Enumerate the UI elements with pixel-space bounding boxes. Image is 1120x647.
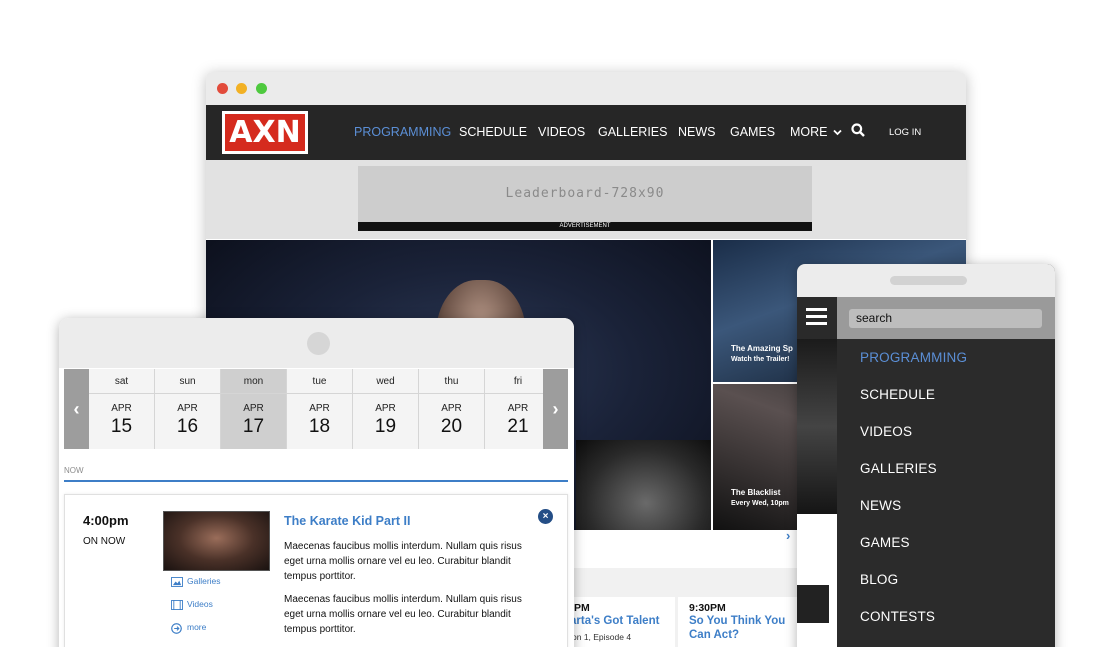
galleries-link[interactable]: Galleries xyxy=(187,576,221,586)
date-cell[interactable]: wed APR 19 xyxy=(353,369,419,449)
date-cell[interactable]: sat APR 15 xyxy=(89,369,155,449)
day-name: tue xyxy=(287,369,352,394)
program-description: Maecenas faucibus mollis interdum. Nulla… xyxy=(284,594,522,635)
mobile-menu-blog[interactable]: BLOG xyxy=(860,572,898,587)
date-cell[interactable]: sun APR 16 xyxy=(155,369,221,449)
browser-titlebar xyxy=(206,72,966,105)
day-name: sat xyxy=(89,369,154,394)
close-icon[interactable]: × xyxy=(538,509,553,524)
schedule-title[interactable]: arta's Got Talent xyxy=(570,615,659,627)
program-time: 4:00pm xyxy=(83,513,129,528)
program-description: Maecenas faucibus mollis interdum. Nulla… xyxy=(284,541,522,582)
mobile-menu-galleries[interactable]: GALLERIES xyxy=(860,461,937,476)
date-cell[interactable]: fri APR 21 xyxy=(485,369,551,449)
nav-programming[interactable]: PROGRAMMING xyxy=(354,125,451,139)
day-month: APR xyxy=(309,403,330,414)
mobile-menu-contests[interactable]: CONTESTS xyxy=(860,609,935,624)
minimize-window-button[interactable] xyxy=(236,83,247,94)
leaderboard-ad[interactable]: Leaderboard-728x90 xyxy=(358,166,812,222)
image-icon xyxy=(171,577,183,587)
axn-logo[interactable]: AXN xyxy=(222,111,308,154)
schedule-title[interactable]: So You Think You xyxy=(689,615,785,627)
mobile-nav-menu xyxy=(837,339,1055,647)
day-name: fri xyxy=(485,369,551,394)
ad-label: ADVERTISEMENT xyxy=(358,222,812,231)
film-icon xyxy=(171,600,183,610)
mobile-search-input[interactable]: search xyxy=(849,309,1042,328)
tablet-camera xyxy=(307,332,330,355)
ad-banner-area: Leaderboard-728x90 ADVERTISEMENT xyxy=(206,160,966,239)
chevron-right-icon[interactable]: › xyxy=(543,369,568,449)
nav-more-label: MORE xyxy=(790,125,828,139)
date-picker: ‹ sat APR 15 sun APR 16 mon APR 17 tue A… xyxy=(64,369,568,449)
program-thumbnail[interactable] xyxy=(163,511,270,571)
day-name: mon xyxy=(221,369,286,394)
program-title[interactable]: The Karate Kid Part II xyxy=(284,514,410,528)
arrow-circle-icon xyxy=(171,623,182,634)
nav-login[interactable]: LOG IN xyxy=(889,127,921,138)
nav-galleries[interactable]: GALLERIES xyxy=(598,125,667,139)
hero-table-setting xyxy=(576,440,711,530)
mobile-menu-games[interactable]: GAMES xyxy=(860,535,910,550)
tablet-top-bezel xyxy=(59,318,574,368)
videos-link[interactable]: Videos xyxy=(187,599,213,609)
nav-videos[interactable]: VIDEOS xyxy=(538,125,585,139)
now-label: NOW xyxy=(64,466,84,475)
day-name: sun xyxy=(155,369,220,394)
day-number: 21 xyxy=(507,416,529,437)
day-month: APR xyxy=(243,403,264,414)
mobile-top-bezel xyxy=(797,264,1055,297)
day-number: 20 xyxy=(440,416,463,437)
day-month: APR xyxy=(375,403,396,414)
mobile-menu-videos[interactable]: VIDEOS xyxy=(860,424,912,439)
logo-text: AXN xyxy=(225,114,305,151)
search-icon[interactable] xyxy=(851,123,865,137)
program-card: 4:00pm ON NOW Galleries Videos more The … xyxy=(64,494,568,647)
hamburger-menu-icon[interactable] xyxy=(797,297,837,339)
promo-tile-title: The Blacklist xyxy=(731,488,781,497)
chevron-left-icon[interactable]: ‹ xyxy=(64,369,89,449)
schedule-time: PM xyxy=(574,602,590,614)
day-month: APR xyxy=(111,403,132,414)
day-name: thu xyxy=(419,369,484,394)
mobile-page-peek-image xyxy=(797,585,829,623)
promo-tile-subtitle: Watch the Trailer! xyxy=(731,356,790,363)
main-navigation: AXN PROGRAMMING SCHEDULE VIDEOS GALLERIE… xyxy=(206,105,966,160)
day-month: APR xyxy=(177,403,198,414)
carousel-next-icon[interactable]: › xyxy=(786,528,790,543)
tablet-device: ‹ sat APR 15 sun APR 16 mon APR 17 tue A… xyxy=(59,318,574,647)
mobile-menu-news[interactable]: NEWS xyxy=(860,498,901,513)
date-cell[interactable]: thu APR 20 xyxy=(419,369,485,449)
date-cell[interactable]: tue APR 18 xyxy=(287,369,353,449)
maximize-window-button[interactable] xyxy=(256,83,267,94)
mobile-menu-programming[interactable]: PROGRAMMING xyxy=(860,350,967,365)
promo-tile-title: The Amazing Sp xyxy=(731,344,793,353)
day-name: wed xyxy=(353,369,418,394)
chevron-down-icon xyxy=(833,130,842,136)
close-window-button[interactable] xyxy=(217,83,228,94)
day-month: APR xyxy=(441,403,462,414)
day-number: 19 xyxy=(374,416,397,437)
schedule-title-line2[interactable]: Can Act? xyxy=(689,629,739,641)
program-status: ON NOW xyxy=(83,536,126,547)
day-number: 16 xyxy=(176,416,199,437)
nav-news[interactable]: NEWS xyxy=(678,125,716,139)
day-number: 15 xyxy=(110,416,133,437)
schedule-subtitle: on 1, Episode 4 xyxy=(572,632,632,642)
nav-schedule[interactable]: SCHEDULE xyxy=(459,125,527,139)
more-link[interactable]: more xyxy=(187,622,206,632)
schedule-time: 9:30PM xyxy=(689,602,726,614)
mobile-page-peek-image xyxy=(797,339,837,514)
mobile-menu-schedule[interactable]: SCHEDULE xyxy=(860,387,935,402)
day-month: APR xyxy=(507,403,529,414)
nav-more[interactable]: MORE xyxy=(790,125,842,139)
date-cell-selected[interactable]: mon APR 17 xyxy=(221,369,287,449)
day-number: 17 xyxy=(242,416,265,437)
mobile-device: search PROGRAMMING SCHEDULE VIDEOS GALLE… xyxy=(797,264,1055,647)
mobile-speaker xyxy=(890,276,967,285)
day-number: 18 xyxy=(308,416,331,437)
promo-tile-subtitle: Every Wed, 10pm xyxy=(731,500,789,507)
now-divider xyxy=(64,480,568,482)
nav-games[interactable]: GAMES xyxy=(730,125,775,139)
